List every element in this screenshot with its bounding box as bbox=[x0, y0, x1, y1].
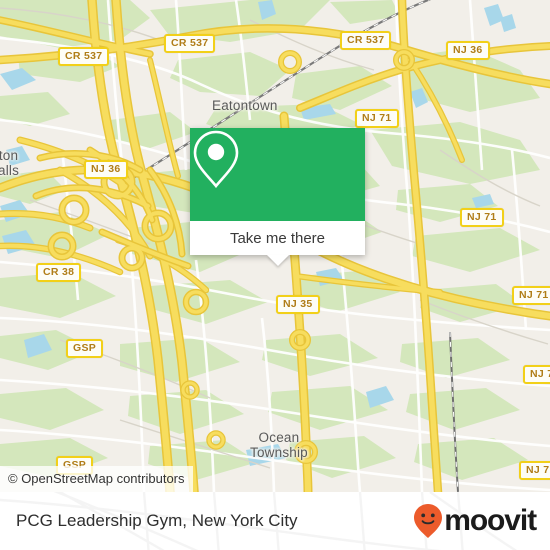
route-shield-nj71-c: NJ 71 bbox=[512, 286, 550, 305]
footer-bar: PCG Leadership Gym, New York City moovit bbox=[0, 492, 550, 550]
route-shield-nj71-a: NJ 71 bbox=[355, 109, 399, 128]
moovit-logo[interactable]: moovit bbox=[413, 503, 537, 539]
route-shield-nj36-a: NJ 36 bbox=[446, 41, 490, 60]
route-shield-cr537-b: CR 537 bbox=[164, 34, 216, 53]
route-shield-nj71-d: NJ 7 bbox=[523, 365, 550, 384]
map-canvas[interactable]: Eatontown ton alls Ocean Township CR 537… bbox=[0, 0, 550, 492]
location-pin-icon bbox=[193, 130, 239, 189]
take-me-there-button[interactable]: Take me there bbox=[190, 221, 365, 255]
route-shield-gsp-a: GSP bbox=[66, 339, 104, 358]
route-shield-nj71-b: NJ 71 bbox=[460, 208, 504, 227]
popup-pin-area bbox=[190, 128, 365, 221]
route-shield-nj71-e: NJ 7 bbox=[519, 461, 550, 480]
location-title: PCG Leadership Gym, New York City bbox=[16, 511, 298, 530]
route-shield-nj36-b: NJ 36 bbox=[84, 160, 128, 179]
moovit-map-screenshot: Eatontown ton alls Ocean Township CR 537… bbox=[0, 0, 550, 550]
moovit-wordmark: moovit bbox=[444, 504, 537, 537]
location-popup-card[interactable]: Take me there bbox=[190, 128, 365, 266]
route-shield-cr537-c: CR 537 bbox=[340, 31, 392, 50]
route-shield-cr38: CR 38 bbox=[36, 263, 82, 282]
route-shield-cr537-a: CR 537 bbox=[58, 47, 110, 66]
moovit-smiley-pin-icon bbox=[414, 504, 443, 538]
route-shield-nj35: NJ 35 bbox=[276, 295, 320, 314]
popup-arrow bbox=[266, 255, 289, 266]
osm-attribution[interactable]: © OpenStreetMap contributors bbox=[0, 466, 193, 492]
